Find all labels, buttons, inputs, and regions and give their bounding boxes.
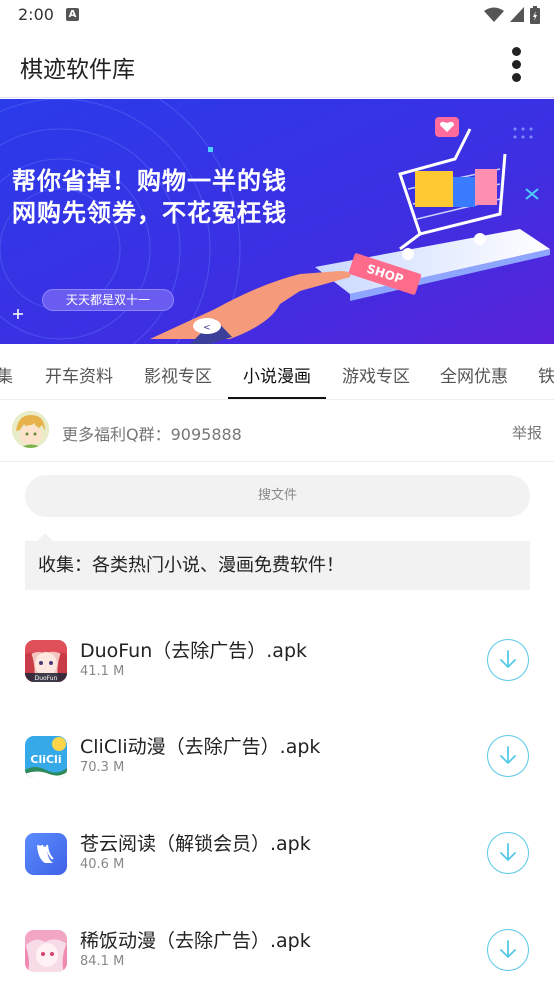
download-icon[interactable] (487, 735, 529, 777)
avatar (12, 411, 49, 448)
promo-banner[interactable]: < 帮你省掉！购物一半的钱 网购先领券，不花冤枉钱 天天都是双十一 SHOP (0, 99, 554, 344)
cangyun-app-icon (25, 833, 67, 875)
banner-headline: 帮你省掉！购物一半的钱 (12, 167, 287, 195)
category-tabs: 集 开车资料 影视专区 小说漫画 游戏专区 全网优惠 铁 (0, 344, 554, 400)
banner-pill: 天天都是双十一 (42, 289, 174, 311)
report-link[interactable]: 举报 (512, 422, 542, 443)
notice-pointer (37, 533, 53, 541)
file-name: CliCli动漫（去除广告）.apk (80, 736, 321, 758)
group-info-row: 更多福利Q群：9095888 举报 (0, 400, 554, 462)
file-name: 苍云阅读（解锁会员）.apk (80, 833, 311, 855)
file-item[interactable]: CliCli CliCli动漫（去除广告）.apk 70.3 M (0, 714, 554, 810)
tab-youhui[interactable]: 全网优惠 (440, 362, 508, 387)
signal-icon (510, 7, 524, 22)
status-bar: 2:00 A (0, 0, 554, 32)
file-size: 84.1 M (80, 954, 125, 969)
svg-text:DuoFun: DuoFun (35, 675, 58, 682)
file-size: 41.1 M (80, 664, 125, 679)
file-name: 稀饭动漫（去除广告）.apk (80, 930, 311, 952)
tab-xiaoshuo[interactable]: 小说漫画 (243, 362, 311, 387)
duofun-app-icon: DuoFun (25, 640, 67, 682)
search-input[interactable]: 搜文件 (25, 475, 530, 517)
app-title: 棋迹软件库 (20, 57, 135, 83)
system-icons (484, 6, 540, 24)
group-qq-text: 更多福利Q群：9095888 (62, 425, 242, 444)
battery-icon (530, 6, 540, 24)
download-icon[interactable] (487, 639, 529, 681)
file-name: DuoFun（去除广告）.apk (80, 640, 308, 662)
download-icon[interactable] (487, 832, 529, 874)
svg-text:<: < (203, 323, 211, 333)
file-item[interactable]: 苍云阅读（解锁会员）.apk 40.6 M (0, 811, 554, 907)
wifi-icon (484, 7, 504, 22)
notification-icon: A (66, 8, 79, 21)
app-bar: 棋迹软件库 (0, 32, 554, 98)
clicli-app-icon: CliCli (25, 736, 67, 778)
xifan-app-icon (25, 930, 67, 972)
notice-box: 收集：各类热门小说、漫画免费软件！ (25, 541, 530, 590)
tab-yingshi[interactable]: 影视专区 (144, 362, 212, 387)
download-icon[interactable] (487, 929, 529, 971)
more-menu-icon[interactable] (508, 44, 524, 86)
file-item[interactable]: 稀饭动漫（去除广告）.apk 84.1 M (0, 908, 554, 984)
banner-subheadline: 网购先领券，不花冤枉钱 (12, 199, 287, 227)
file-size: 70.3 M (80, 760, 125, 775)
file-item[interactable]: DuoFun DuoFun（去除广告）.apk 41.1 M (0, 618, 554, 714)
tab-partial-left[interactable]: 集 (0, 362, 13, 387)
tab-partial-right[interactable]: 铁 (538, 362, 554, 387)
status-time: 2:00 (18, 5, 54, 24)
tab-youxi[interactable]: 游戏专区 (342, 362, 410, 387)
file-size: 40.6 M (80, 857, 125, 872)
svg-text:CliCli: CliCli (30, 753, 61, 766)
tab-kaiche[interactable]: 开车资料 (45, 362, 113, 387)
